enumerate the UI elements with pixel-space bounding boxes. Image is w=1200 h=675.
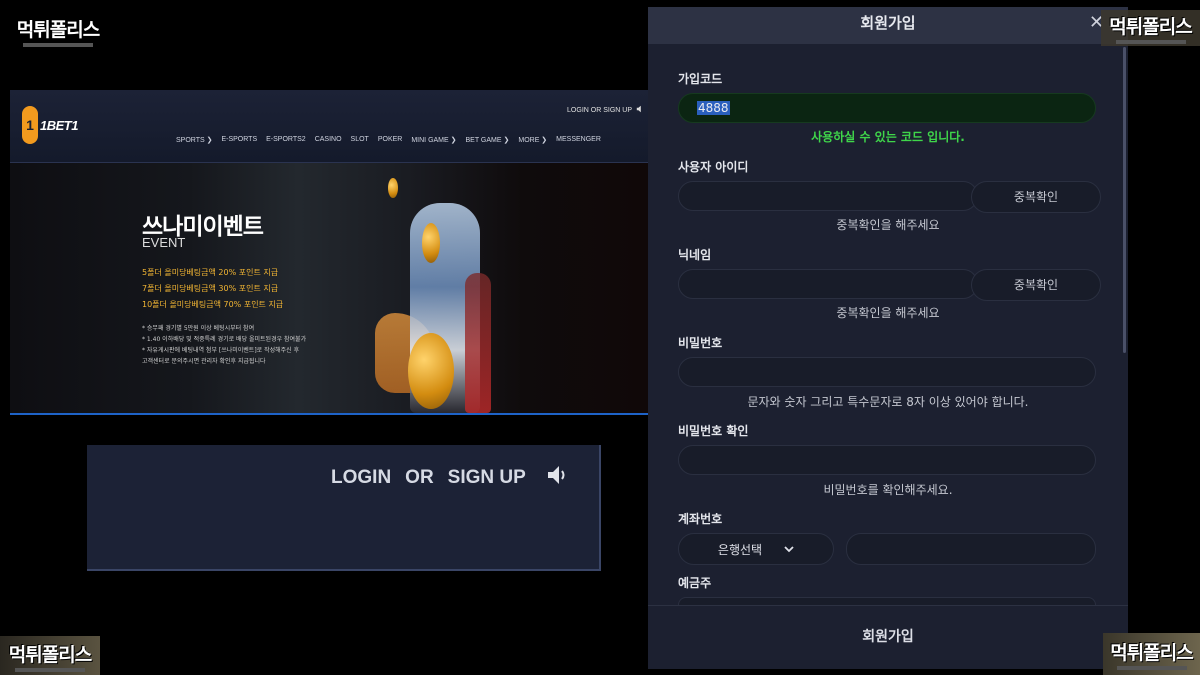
nickname-check-button[interactable]: 중복확인 — [971, 269, 1101, 301]
password-hint: 문자와 숫자 그리고 특수문자로 8자 이상 있어야 합니다. — [747, 395, 1029, 409]
nickname-label: 닉네임 — [678, 248, 712, 262]
nav-slot[interactable]: SLOT — [351, 136, 369, 144]
bank-select-value: 은행선택 — [717, 542, 763, 557]
chevron-down-icon — [784, 542, 794, 556]
nav-messenger[interactable]: MESSENGER — [556, 136, 601, 144]
watermark-bar — [23, 43, 93, 47]
banner-note: * 1.40 이하배당 및 적중특례 경기로 배당 올미트된경우 참여불가 — [142, 336, 307, 343]
banner-subtitle: EVENT — [142, 235, 186, 250]
banner-line: 7폴더 올미당베팅금액 30% 포인트 지급 — [142, 284, 279, 293]
password-confirm-label: 비밀번호 확인 — [678, 424, 749, 438]
speaker-icon[interactable] — [636, 105, 644, 115]
nav-sports[interactable]: SPORTS ❯ — [176, 136, 212, 144]
coin-icon — [388, 178, 398, 198]
nav-casino[interactable]: CASINO — [315, 136, 342, 144]
nav-esports[interactable]: E-SPORTS — [221, 136, 257, 144]
user-id-check-button[interactable]: 중복확인 — [971, 181, 1101, 213]
join-code-valid-message: 사용하실 수 있는 코드 입니다. — [811, 130, 965, 144]
site-login-text: LOGIN OR SIGN UP — [567, 106, 632, 114]
coin-icon — [422, 223, 440, 263]
nickname-hint: 중복확인을 해주세요 — [836, 306, 940, 320]
depositor-label: 예금주 — [678, 576, 712, 590]
zoom-signup-text[interactable]: SIGN UP — [448, 467, 526, 489]
speaker-icon[interactable] — [546, 464, 570, 492]
signup-submit-button[interactable]: 회원가입 — [648, 606, 1128, 669]
watermark-top-right: 먹튀폴리스 — [1101, 10, 1200, 46]
banner-player2-image — [465, 273, 491, 413]
logo-text: 1BET1 — [40, 117, 78, 133]
account-number-input[interactable] — [846, 533, 1096, 565]
watermark-text: 먹튀폴리스 — [1110, 642, 1193, 664]
user-id-label: 사용자 아이디 — [678, 160, 749, 174]
watermark-text: 먹튀폴리스 — [1109, 16, 1192, 38]
site-screenshot: 1 1BET1 LOGIN OR SIGN UP SPORTS ❯ E-SPOR… — [10, 90, 650, 415]
zoom-or-text: OR — [405, 467, 434, 488]
banner-note: * 자유게시판에 베팅내역 첨부 [쓰나미이벤트]로 작성해주신 후 — [142, 347, 300, 354]
site-login-link[interactable]: LOGIN OR SIGN UP — [567, 105, 644, 115]
join-code-label: 가입코드 — [678, 72, 723, 86]
nav-more[interactable]: MORE ❯ — [518, 136, 547, 144]
site-nav: SPORTS ❯ E-SPORTS E-SPORTS2 CASINO SLOT … — [176, 136, 601, 144]
watermark-bottom-right: 먹튀폴리스 — [1103, 633, 1200, 675]
bank-select[interactable]: 은행선택 — [678, 533, 834, 565]
watermark-top-left: 먹튀폴리스 — [12, 14, 104, 48]
modal-title: 회원가입 — [860, 14, 916, 32]
watermark-bar — [1115, 40, 1186, 44]
banner-line: 10폴더 올미당베팅금액 70% 포인트 지급 — [142, 300, 284, 309]
password-confirm-hint: 비밀번호를 확인해주세요. — [823, 483, 953, 497]
banner-line: 5폴더 올미당베팅금액 20% 포인트 지급 — [142, 268, 279, 277]
site-header: 1 1BET1 LOGIN OR SIGN UP SPORTS ❯ E-SPOR… — [10, 90, 650, 163]
watermark-bar — [1116, 666, 1187, 670]
user-id-hint: 중복확인을 해주세요 — [836, 218, 940, 232]
nav-mini-game[interactable]: MINI GAME ❯ — [411, 136, 456, 144]
banner-note: * 승무패 경기별 5만원 이상 베팅시부터 참여 — [142, 325, 255, 332]
modal-header: 회원가입 ✕ — [648, 7, 1128, 44]
coin-icon — [408, 333, 454, 409]
zoomed-login-row: LOGIN OR SIGN UP — [331, 464, 570, 492]
watermark-bottom-left: 먹튀폴리스 — [0, 636, 100, 675]
zoom-login-text[interactable]: LOGIN — [331, 467, 391, 489]
nickname-input[interactable] — [678, 269, 978, 299]
watermark-text: 먹튀폴리스 — [8, 643, 92, 666]
password-input[interactable] — [678, 357, 1096, 387]
account-number-label: 계좌번호 — [678, 512, 723, 526]
logo-mark-icon: 1 — [22, 106, 38, 144]
password-confirm-input[interactable] — [678, 445, 1096, 475]
join-code-value: 4888 — [697, 101, 730, 115]
password-label: 비밀번호 — [678, 336, 723, 350]
signup-modal: 회원가입 ✕ 가입코드 4888 사용하실 수 있는 코드 입니다. 사용자 아… — [648, 7, 1128, 669]
banner-divider — [10, 413, 650, 415]
nav-bet-game[interactable]: BET GAME ❯ — [466, 136, 510, 144]
join-code-input[interactable]: 4888 — [678, 93, 1096, 123]
nav-esports2[interactable]: E-SPORTS2 — [266, 136, 306, 144]
zoomed-login-bar: LOGIN OR SIGN UP — [87, 445, 601, 571]
watermark-bar — [15, 667, 85, 672]
submit-bar: 회원가입 — [648, 605, 1128, 669]
depositor-input[interactable] — [678, 597, 1096, 605]
nav-poker[interactable]: POKER — [378, 136, 403, 144]
banner-note: 고객센터로 문의주시면 관리자 확인후 지급됩니다 — [142, 358, 266, 365]
event-banner[interactable]: 쓰나미이벤트 EVENT 5폴더 올미당베팅금액 20% 포인트 지급 7폴더 … — [10, 163, 650, 415]
watermark-text: 먹튀폴리스 — [16, 19, 100, 41]
user-id-input[interactable] — [678, 181, 978, 211]
site-logo[interactable]: 1 1BET1 — [22, 106, 78, 144]
